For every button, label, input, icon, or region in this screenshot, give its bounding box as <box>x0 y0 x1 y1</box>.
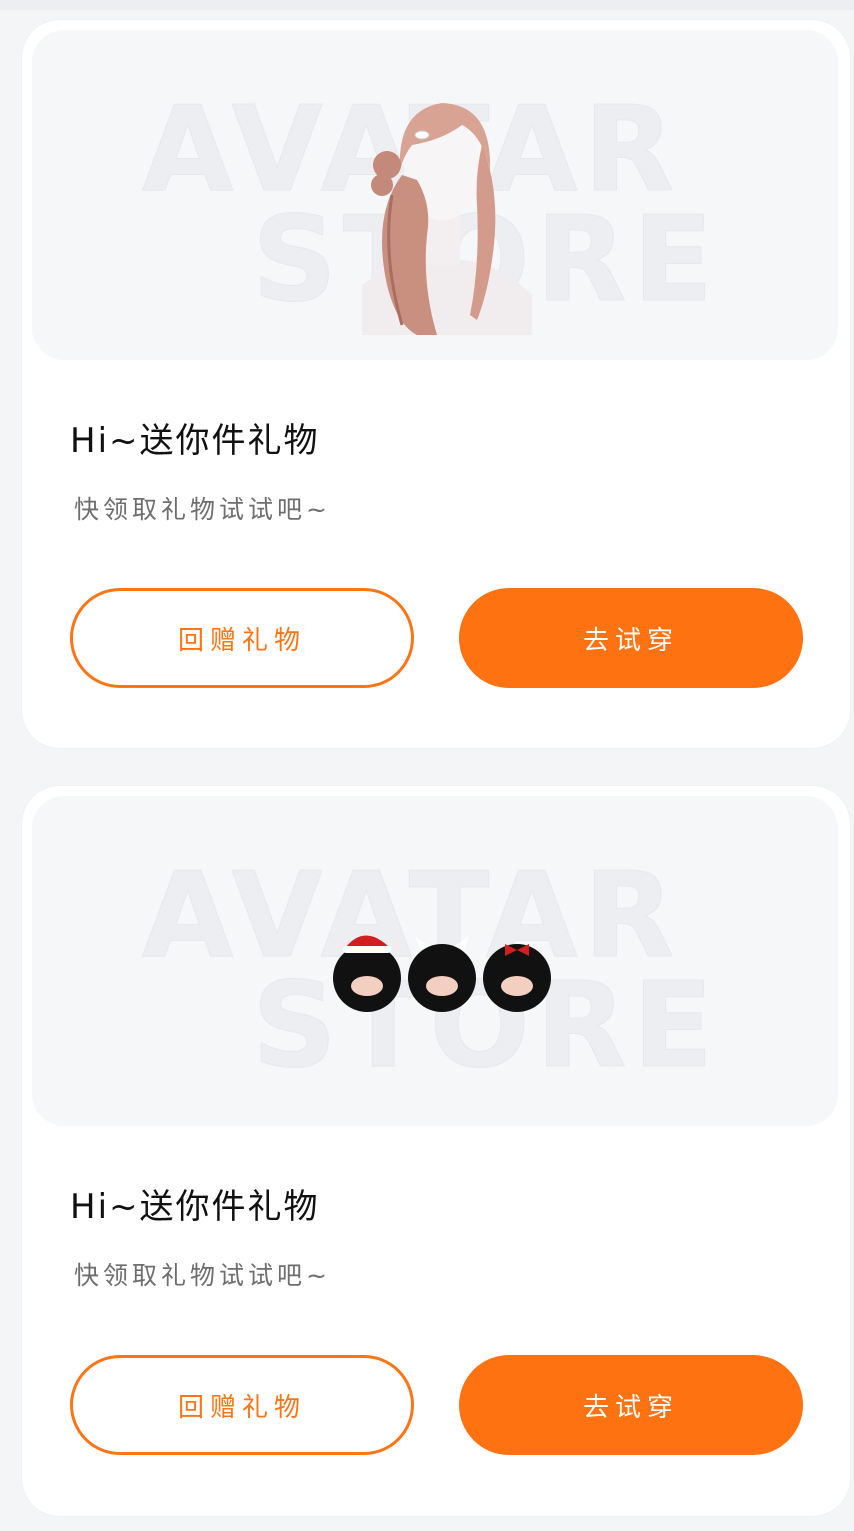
return-gift-button[interactable]: 回赠礼物 <box>70 588 414 688</box>
try-on-button[interactable]: 去试穿 <box>459 588 803 688</box>
gift-subtitle: 快领取礼物试试吧~ <box>74 1261 331 1290</box>
gift-title: Hi~送你件礼物 <box>70 1187 320 1227</box>
hair-item-image <box>362 103 532 335</box>
return-gift-button[interactable]: 回赠礼物 <box>70 1355 414 1455</box>
gift-title: Hi~送你件礼物 <box>70 421 320 461</box>
gift-card: AVATAR STORE Hi~送你件礼物 快领取礼物试试吧~ 回赠礼物 去试穿 <box>22 20 850 748</box>
gift-preview[interactable]: AVATAR STORE <box>32 796 838 1126</box>
top-strip <box>0 0 854 10</box>
gift-preview[interactable]: AVATAR STORE <box>32 30 838 360</box>
gift-card: AVATAR STORE Hi~送你件礼物 快领取礼物试试吧~ 回赠礼物 去试穿 <box>22 786 850 1516</box>
try-on-button[interactable]: 去试穿 <box>459 1355 803 1455</box>
pets-item-image <box>333 935 551 1012</box>
gift-subtitle: 快领取礼物试试吧~ <box>74 495 331 524</box>
